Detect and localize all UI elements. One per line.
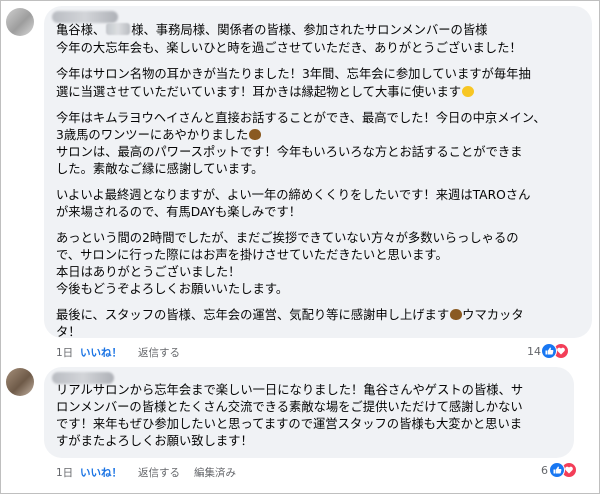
comment-line: タ！ <box>56 325 81 339</box>
reply-button[interactable]: 返信する <box>138 465 180 480</box>
comment-text: 最後に、スタッフの皆様、忘年会の運営、気配り等に感謝申し上げます <box>56 308 450 322</box>
comment-line: が来場されるので、有馬DAYも楽しみです！ <box>56 205 302 219</box>
comment-line: 選に当選させていただいています！耳かきは縁起物として大事に使います <box>56 84 475 101</box>
comment-line: すがまたよろしくお願い致します！ <box>56 434 253 448</box>
comment-line: 3歳馬のワンツーにあやかりました <box>56 127 262 144</box>
comment-line: 今年はサロン名物の耳かきが当たりました！3年間、忘年会に参加していますが毎年抽 <box>56 67 531 81</box>
comment-line: リアルサロンから忘年会まで楽しい一日になりました！亀谷さんやゲストの皆様、サ <box>56 383 524 397</box>
reaction-count: 6 <box>541 464 548 477</box>
comment-line: 今後もどうぞよろしくお願いいたします。 <box>56 282 289 296</box>
comment-line: 今年はキムラヨウヘイさんと直接お話することができ、最高でした！今日の中京メイン、 <box>56 111 546 125</box>
comment-line: サロンは、最高のパワースポットです！今年もいろいろな方とお話することができま <box>56 145 523 159</box>
grinning-face-icon <box>462 86 475 97</box>
comment-line: 最後に、スタッフの皆様、忘年会の運営、気配り等に感謝申し上げます ウマカッタ <box>56 307 524 324</box>
comment-line: した。素敵なご縁に感謝しています。 <box>56 162 264 176</box>
reply-button[interactable]: 返信する <box>138 345 180 360</box>
comment-line: で、サロンに行った際にはお声を掛けさせていただきたいと思います。 <box>56 248 448 262</box>
redacted-name <box>106 23 131 35</box>
edited-label[interactable]: 編集済み <box>194 465 236 480</box>
comment-line: 今年の大忘年会も、楽しいひと時を過ごさせていただき、ありがとうございました！ <box>56 41 522 55</box>
comment-actions: 1日 いいね！ 返信する <box>56 345 256 359</box>
poop-icon <box>249 129 262 140</box>
comment-text: 3歳馬のワンツーにあやかりました <box>56 128 249 142</box>
comment-line: 本日はありがとうございました！ <box>56 265 241 279</box>
comment-text: 選に当選させていただいています！耳かきは縁起物として大事に使います <box>56 85 462 99</box>
comment-text: ウマカッタ <box>462 308 524 322</box>
commenter-avatar[interactable] <box>6 368 34 396</box>
comment-actions: 1日 いいね！ 返信する 編集済み <box>56 465 316 479</box>
greeting-part: 亀谷様、 <box>56 23 106 37</box>
comment-timestamp[interactable]: 1日 <box>56 345 73 360</box>
comment-timestamp[interactable]: 1日 <box>56 465 73 480</box>
reaction-count: 14 <box>527 345 541 358</box>
commenter-avatar[interactable] <box>6 8 34 36</box>
reaction-summary[interactable]: 14 <box>527 343 571 361</box>
like-reaction-icon <box>549 462 565 478</box>
like-reaction-icon <box>541 343 557 359</box>
like-button[interactable]: いいね！ <box>80 465 122 480</box>
comment-line: あっという間の2時間でしたが、まだご挨拶できていない方々が多数いらっしゃるの <box>56 231 519 245</box>
reaction-summary[interactable]: 6 <box>541 462 581 480</box>
poop-icon <box>450 309 463 320</box>
comment-line: ロンメンバーの皆様とたくさん交流できる素敵な場をご提供いただけて感謝しかない <box>56 400 523 414</box>
comment-line: いよいよ最終週となりますが、よい一年の締めくくりをしたいです！来週はTAROさん <box>56 188 531 202</box>
greeting-part: 様、事務局様、関係者の皆様、参加されたサロンメンバーの皆様 <box>131 23 488 37</box>
comment-greeting: 亀谷様、 様、事務局様、関係者の皆様、参加されたサロンメンバーの皆様 <box>56 22 487 39</box>
like-button[interactable]: いいね！ <box>80 345 122 360</box>
comment-line: です！来年もぜひ参加したいと思ってますので運営スタッフの皆様も大変かと思いま <box>56 417 523 431</box>
